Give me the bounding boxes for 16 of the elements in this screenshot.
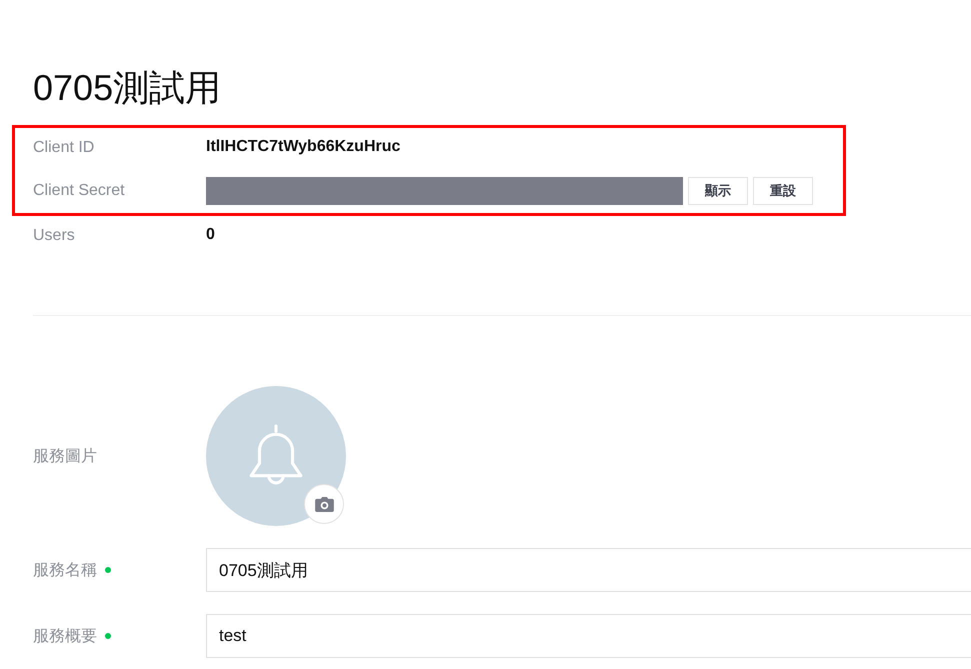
field-label: 服務概要 [33,626,97,646]
field-value: 0 [206,226,215,244]
field-label: Client ID [33,139,96,157]
field-label: Client Secret [33,182,126,200]
camera-icon [314,496,334,512]
bell-icon [249,424,303,486]
field-label: 服務名稱 [33,560,97,580]
camera-button[interactable] [304,484,344,524]
page-title: 0705測試用 [33,66,222,110]
field-value: ItlIHCTC7tWyb66KzuHruc [206,138,400,156]
field-label: 服務圖片 [33,446,98,466]
field-label: Users [33,227,76,245]
reset-button[interactable]: 重設 [753,177,813,205]
show-button[interactable]: 顯示 [688,177,748,205]
text-field[interactable]: test [206,614,971,658]
text-field[interactable]: 0705測試用 [206,548,971,592]
